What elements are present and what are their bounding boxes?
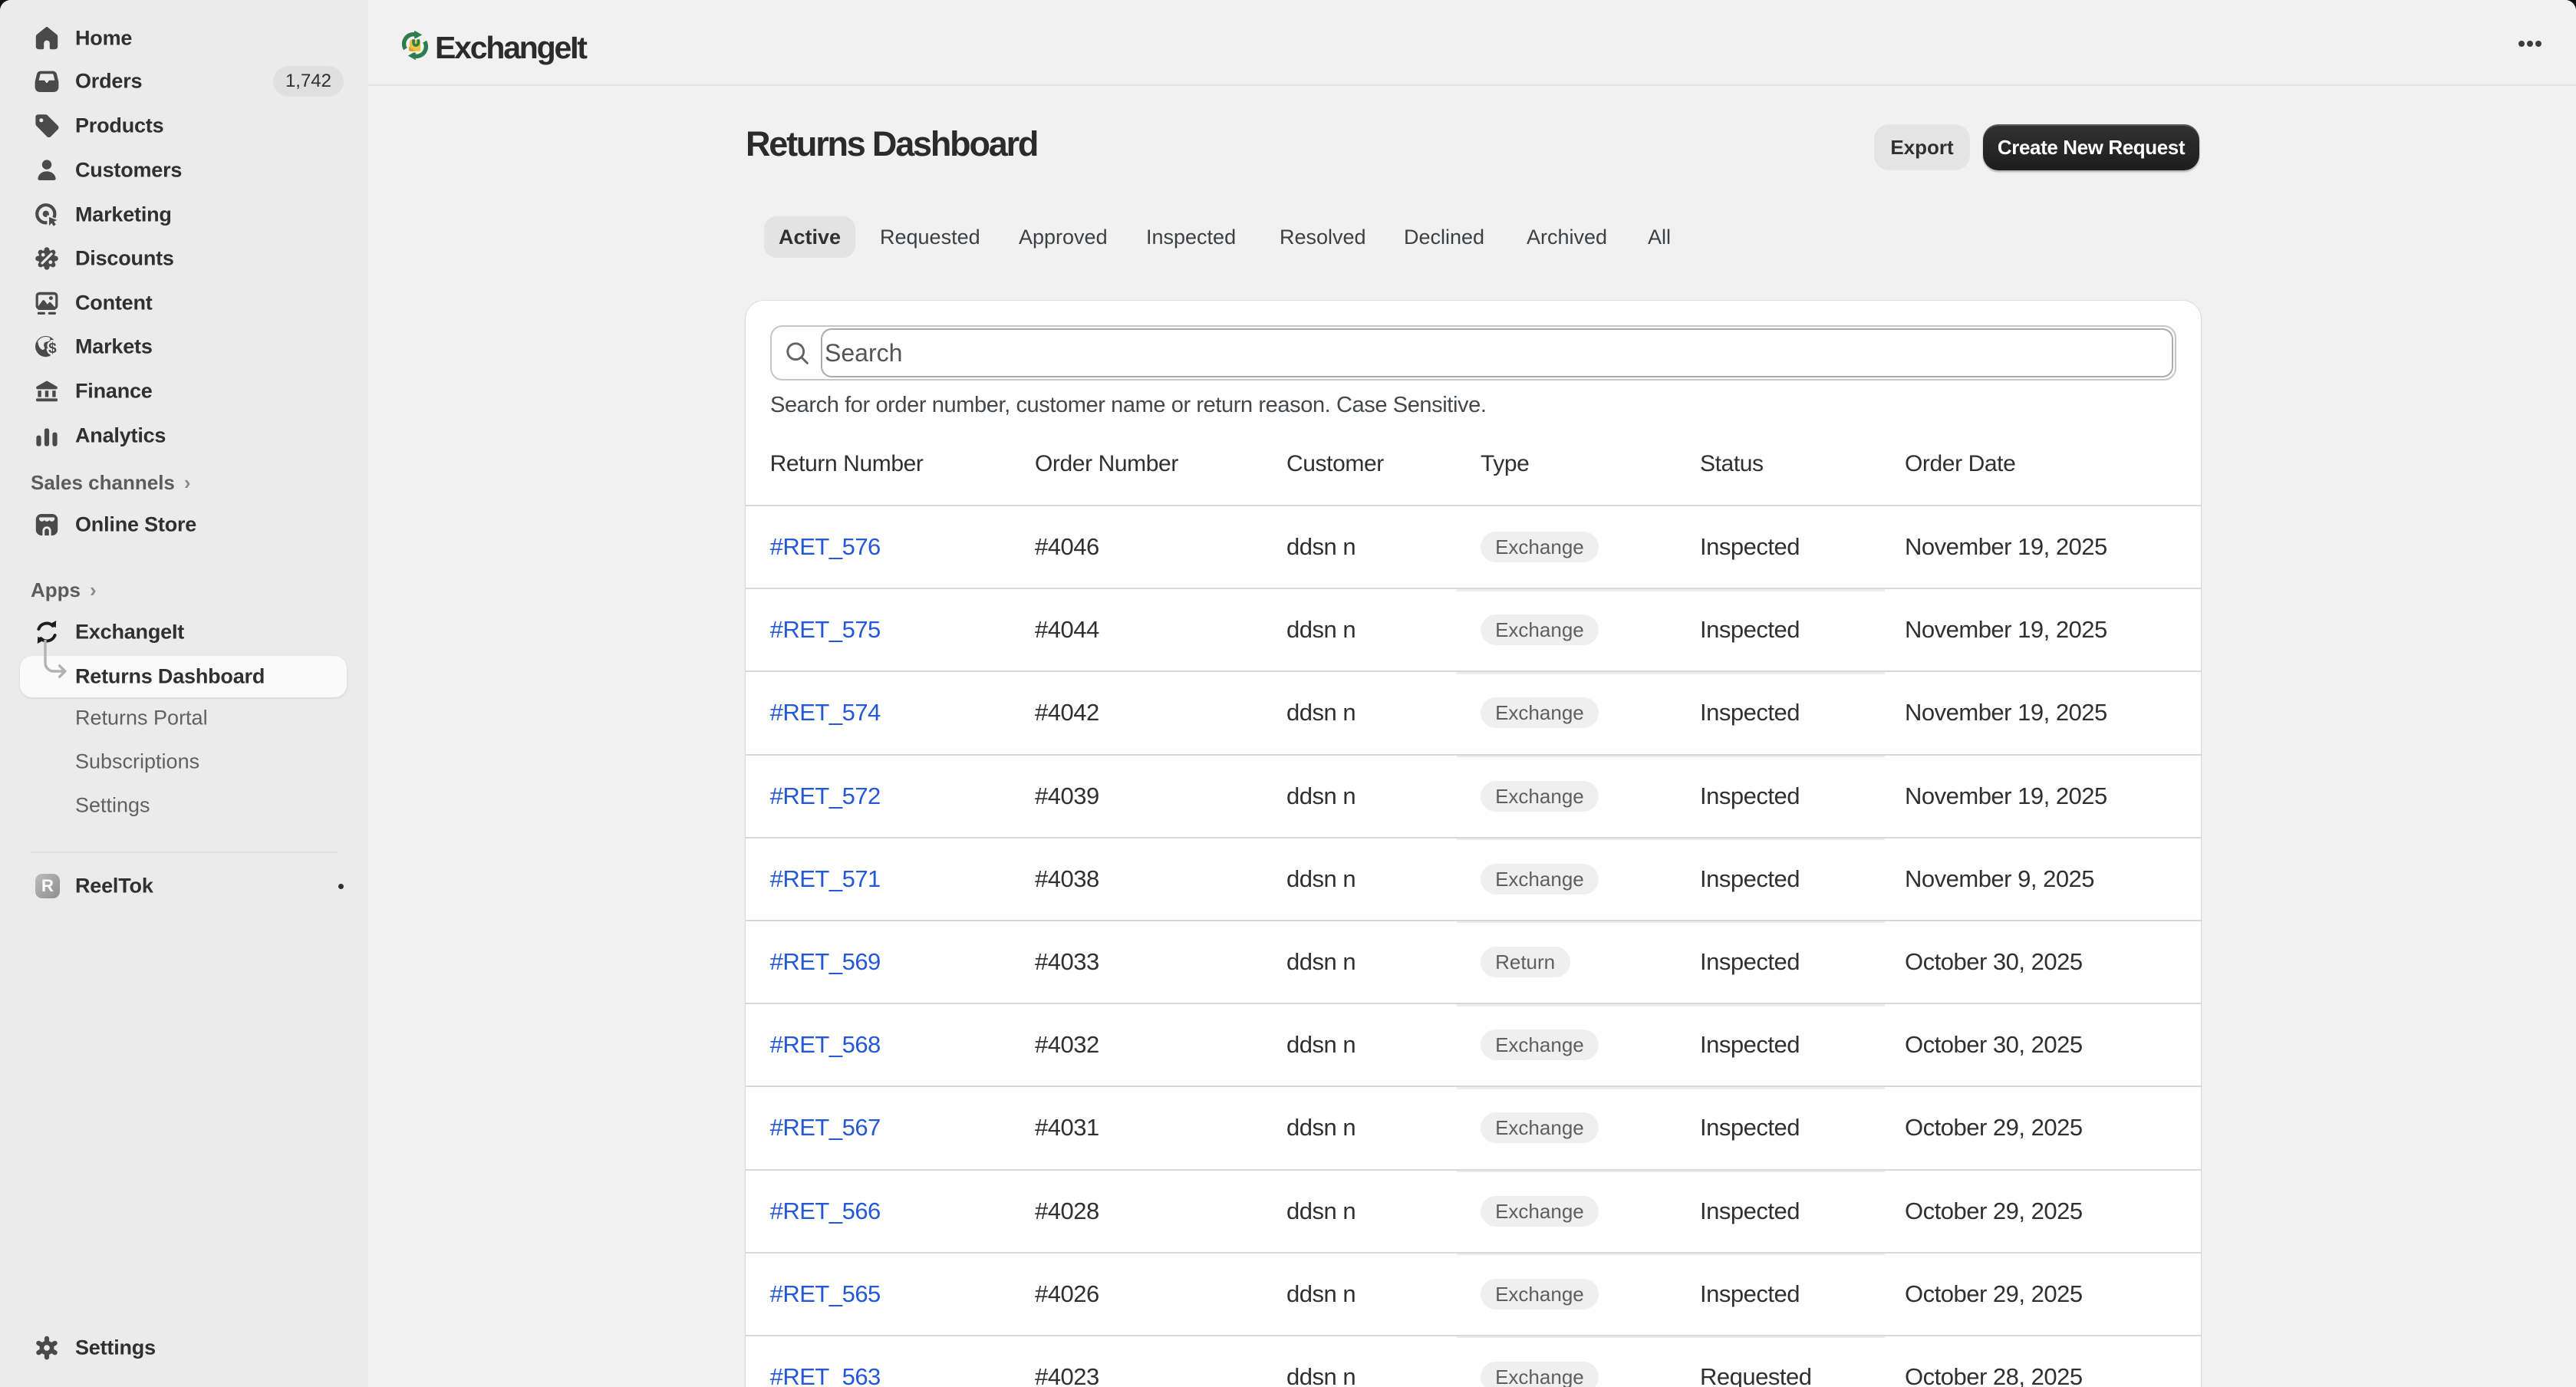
svg-text:$: $ bbox=[48, 341, 57, 357]
